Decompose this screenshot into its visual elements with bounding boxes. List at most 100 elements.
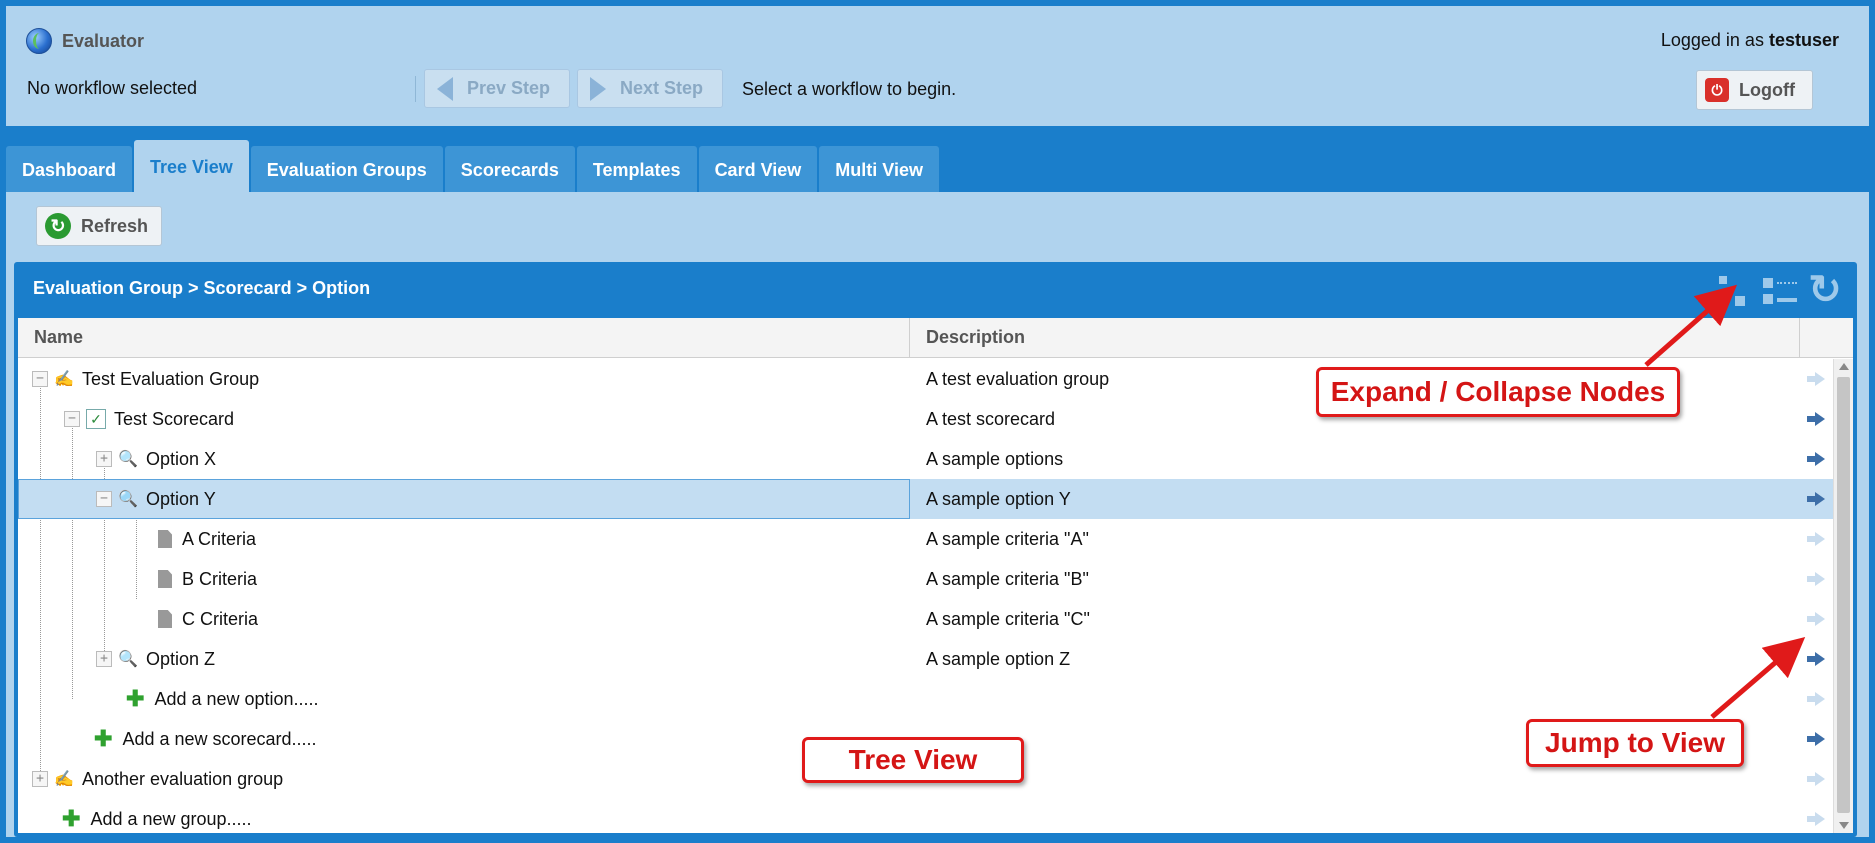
refresh-button[interactable]: ↻ Refresh	[36, 206, 162, 246]
power-icon: ⏻	[1705, 78, 1729, 102]
panel-tools: ↻	[1707, 270, 1845, 310]
collapse-nodes-icon[interactable]	[1759, 270, 1799, 310]
scroll-up-icon[interactable]	[1839, 363, 1849, 370]
jump-arrow-icon[interactable]	[1806, 412, 1827, 426]
table-row[interactable]: B Criteria A sample criteria "B"	[18, 559, 1833, 599]
table-row[interactable]: C Criteria A sample criteria "C"	[18, 599, 1833, 639]
login-prefix: Logged in as	[1660, 30, 1764, 50]
row-name-cell: B Criteria	[18, 559, 910, 599]
row-name-cell: + 🔍 Option Z	[18, 639, 910, 679]
option-icon: 🔍	[118, 451, 138, 468]
tab-card-view[interactable]: Card View	[698, 146, 818, 194]
row-jump-cell	[1800, 519, 1833, 559]
table-row[interactable]: + 🔍 Option Z A sample option Z	[18, 639, 1833, 679]
row-name-cell: − ✍ Test Evaluation Group	[18, 359, 910, 399]
row-name-cell: A Criteria	[18, 519, 910, 559]
tab-templates[interactable]: Templates	[576, 146, 697, 194]
column-header-description[interactable]: Description	[910, 318, 1800, 357]
tab-dashboard[interactable]: Dashboard	[6, 146, 133, 194]
add-icon: ✚	[126, 686, 145, 711]
column-header-name[interactable]: Name	[18, 318, 910, 357]
workflow-hint: Select a workflow to begin.	[742, 79, 957, 99]
tab-tree-view[interactable]: Tree View	[134, 140, 249, 194]
row-name: Another evaluation group	[82, 768, 284, 789]
criteria-document-icon	[158, 610, 172, 628]
row-jump-cell	[1800, 559, 1833, 599]
app-title: Evaluator	[26, 28, 144, 54]
jump-arrow-icon[interactable]	[1806, 732, 1827, 746]
row-name: Option Z	[146, 648, 216, 669]
row-name: A Criteria	[182, 528, 257, 549]
row-jump-cell	[1800, 719, 1833, 759]
arrow-left-icon	[437, 76, 453, 101]
criteria-document-icon	[158, 530, 172, 548]
jump-arrow-icon[interactable]	[1806, 452, 1827, 466]
table-row[interactable]: + 🔍 Option X A sample options	[18, 439, 1833, 479]
row-name-cell: ✚ Add a new group.....	[18, 799, 910, 833]
row-description	[910, 679, 1800, 719]
row-name: Add a new scorecard.....	[122, 728, 317, 749]
jump-arrow-icon[interactable]	[1806, 692, 1827, 706]
callout-jump-to-view: Jump to View	[1526, 719, 1744, 767]
jump-arrow-icon[interactable]	[1806, 652, 1827, 666]
prev-step-button[interactable]: Prev Step	[424, 69, 570, 108]
scrollbar-thumb[interactable]	[1837, 377, 1850, 813]
row-jump-cell	[1800, 679, 1833, 719]
app-title-text: Evaluator	[62, 30, 145, 51]
row-name-cell: C Criteria	[18, 599, 910, 639]
reload-icon[interactable]: ↻	[1805, 270, 1845, 310]
row-description: A sample criteria "A"	[926, 528, 1089, 549]
jump-arrow-icon[interactable]	[1806, 612, 1827, 626]
next-step-button[interactable]: Next Step	[577, 69, 723, 108]
workflow-status: No workflow selected	[27, 78, 198, 98]
callout-expand-collapse: Expand / Collapse Nodes	[1316, 367, 1680, 417]
tab-multi-view[interactable]: Multi View	[819, 146, 939, 194]
table-row[interactable]: ✚ Add a new group.....	[18, 799, 1833, 833]
row-name: C Criteria	[182, 608, 259, 629]
expand-toggle-icon[interactable]: +	[32, 771, 48, 787]
table-row[interactable]: ✚ Add a new option.....	[18, 679, 1833, 719]
prev-step-label: Prev Step	[467, 78, 551, 98]
logoff-button[interactable]: ⏻ Logoff	[1696, 70, 1813, 110]
row-name: Add a new group.....	[90, 808, 252, 829]
column-header-actions	[1800, 318, 1853, 357]
tab-scorecards[interactable]: Scorecards	[444, 146, 575, 194]
scroll-down-icon[interactable]	[1839, 822, 1849, 829]
evaluation-group-icon: ✍	[54, 371, 74, 388]
criteria-document-icon	[158, 570, 172, 588]
jump-arrow-icon[interactable]	[1806, 772, 1827, 786]
row-jump-cell	[1800, 479, 1833, 519]
row-jump-cell	[1800, 759, 1833, 799]
row-jump-cell	[1800, 599, 1833, 639]
jump-arrow-icon[interactable]	[1806, 372, 1827, 386]
tab-evaluation-groups[interactable]: Evaluation Groups	[250, 146, 443, 194]
next-step-label: Next Step	[620, 78, 704, 98]
jump-arrow-icon[interactable]	[1806, 532, 1827, 546]
jump-arrow-icon[interactable]	[1806, 572, 1827, 586]
header: Evaluator No workflow selected Prev Step…	[6, 6, 1869, 126]
row-name-cell: + 🔍 Option X	[18, 439, 910, 479]
table-row-selected[interactable]: − 🔍 Option Y A sample option Y	[18, 479, 1833, 519]
evaluation-group-icon: ✍	[54, 771, 74, 788]
vertical-scrollbar[interactable]	[1833, 359, 1853, 833]
row-name: Add a new option.....	[154, 688, 319, 709]
logoff-label: Logoff	[1739, 79, 1795, 100]
collapse-toggle-icon[interactable]: −	[96, 491, 112, 507]
table-row[interactable]: A Criteria A sample criteria "A"	[18, 519, 1833, 559]
row-description	[910, 799, 1800, 833]
grid-header: Name Description	[18, 318, 1853, 358]
expand-toggle-icon[interactable]: +	[96, 451, 112, 467]
username: testuser	[1768, 30, 1839, 50]
row-name: Test Scorecard	[114, 408, 235, 429]
collapse-toggle-icon[interactable]: −	[32, 371, 48, 387]
jump-arrow-icon[interactable]	[1806, 492, 1827, 506]
expand-nodes-icon[interactable]	[1713, 270, 1753, 310]
row-name: Option X	[146, 448, 217, 469]
expand-toggle-icon[interactable]: +	[96, 651, 112, 667]
callout-tree-view: Tree View	[802, 737, 1024, 783]
jump-arrow-icon[interactable]	[1806, 812, 1827, 826]
collapse-toggle-icon[interactable]: −	[64, 411, 80, 427]
row-name-cell: − 🔍 Option Y	[18, 479, 910, 519]
tab-bar: Dashboard Tree View Evaluation Groups Sc…	[6, 140, 941, 194]
row-name-cell: − ✓ Test Scorecard	[18, 399, 910, 439]
